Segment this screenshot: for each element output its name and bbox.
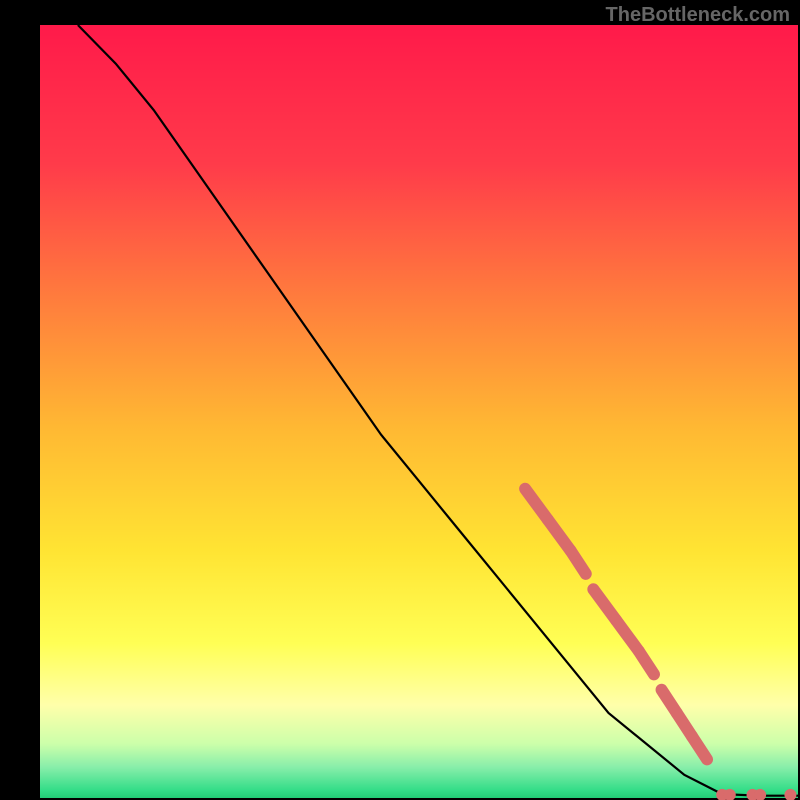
plot-background (40, 25, 798, 798)
chart-svg (0, 0, 800, 800)
watermark-text: TheBottleneck.com (606, 4, 790, 27)
chart-container: TheBottleneck.com (0, 0, 800, 800)
